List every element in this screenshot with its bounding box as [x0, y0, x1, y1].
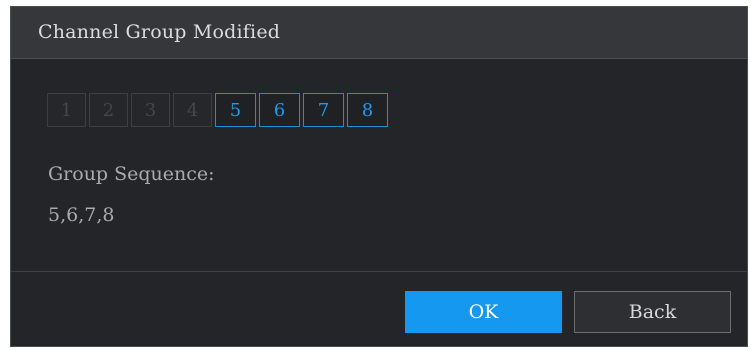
channel-button-5[interactable]: 5	[215, 93, 256, 127]
channel-button-7[interactable]: 7	[303, 93, 344, 127]
footer-divider	[11, 271, 747, 272]
dialog-titlebar: Channel Group Modified	[11, 7, 747, 59]
channel-button-2[interactable]: 2	[89, 93, 128, 127]
channel-button-6[interactable]: 6	[259, 93, 300, 127]
ok-button[interactable]: OK	[405, 291, 562, 333]
channel-group-dialog: Channel Group Modified 1 2 3 4 5 6 7 8 G…	[10, 6, 748, 347]
channel-button-3[interactable]: 3	[131, 93, 170, 127]
channel-button-1[interactable]: 1	[47, 93, 86, 127]
channel-button-8[interactable]: 8	[347, 93, 388, 127]
channel-selector: 1 2 3 4 5 6 7 8	[47, 93, 388, 127]
group-sequence-value: 5,6,7,8	[48, 204, 115, 226]
channel-button-4[interactable]: 4	[173, 93, 212, 127]
dialog-title: Channel Group Modified	[38, 21, 281, 43]
group-sequence-label: Group Sequence:	[48, 163, 215, 185]
back-button[interactable]: Back	[574, 291, 731, 333]
